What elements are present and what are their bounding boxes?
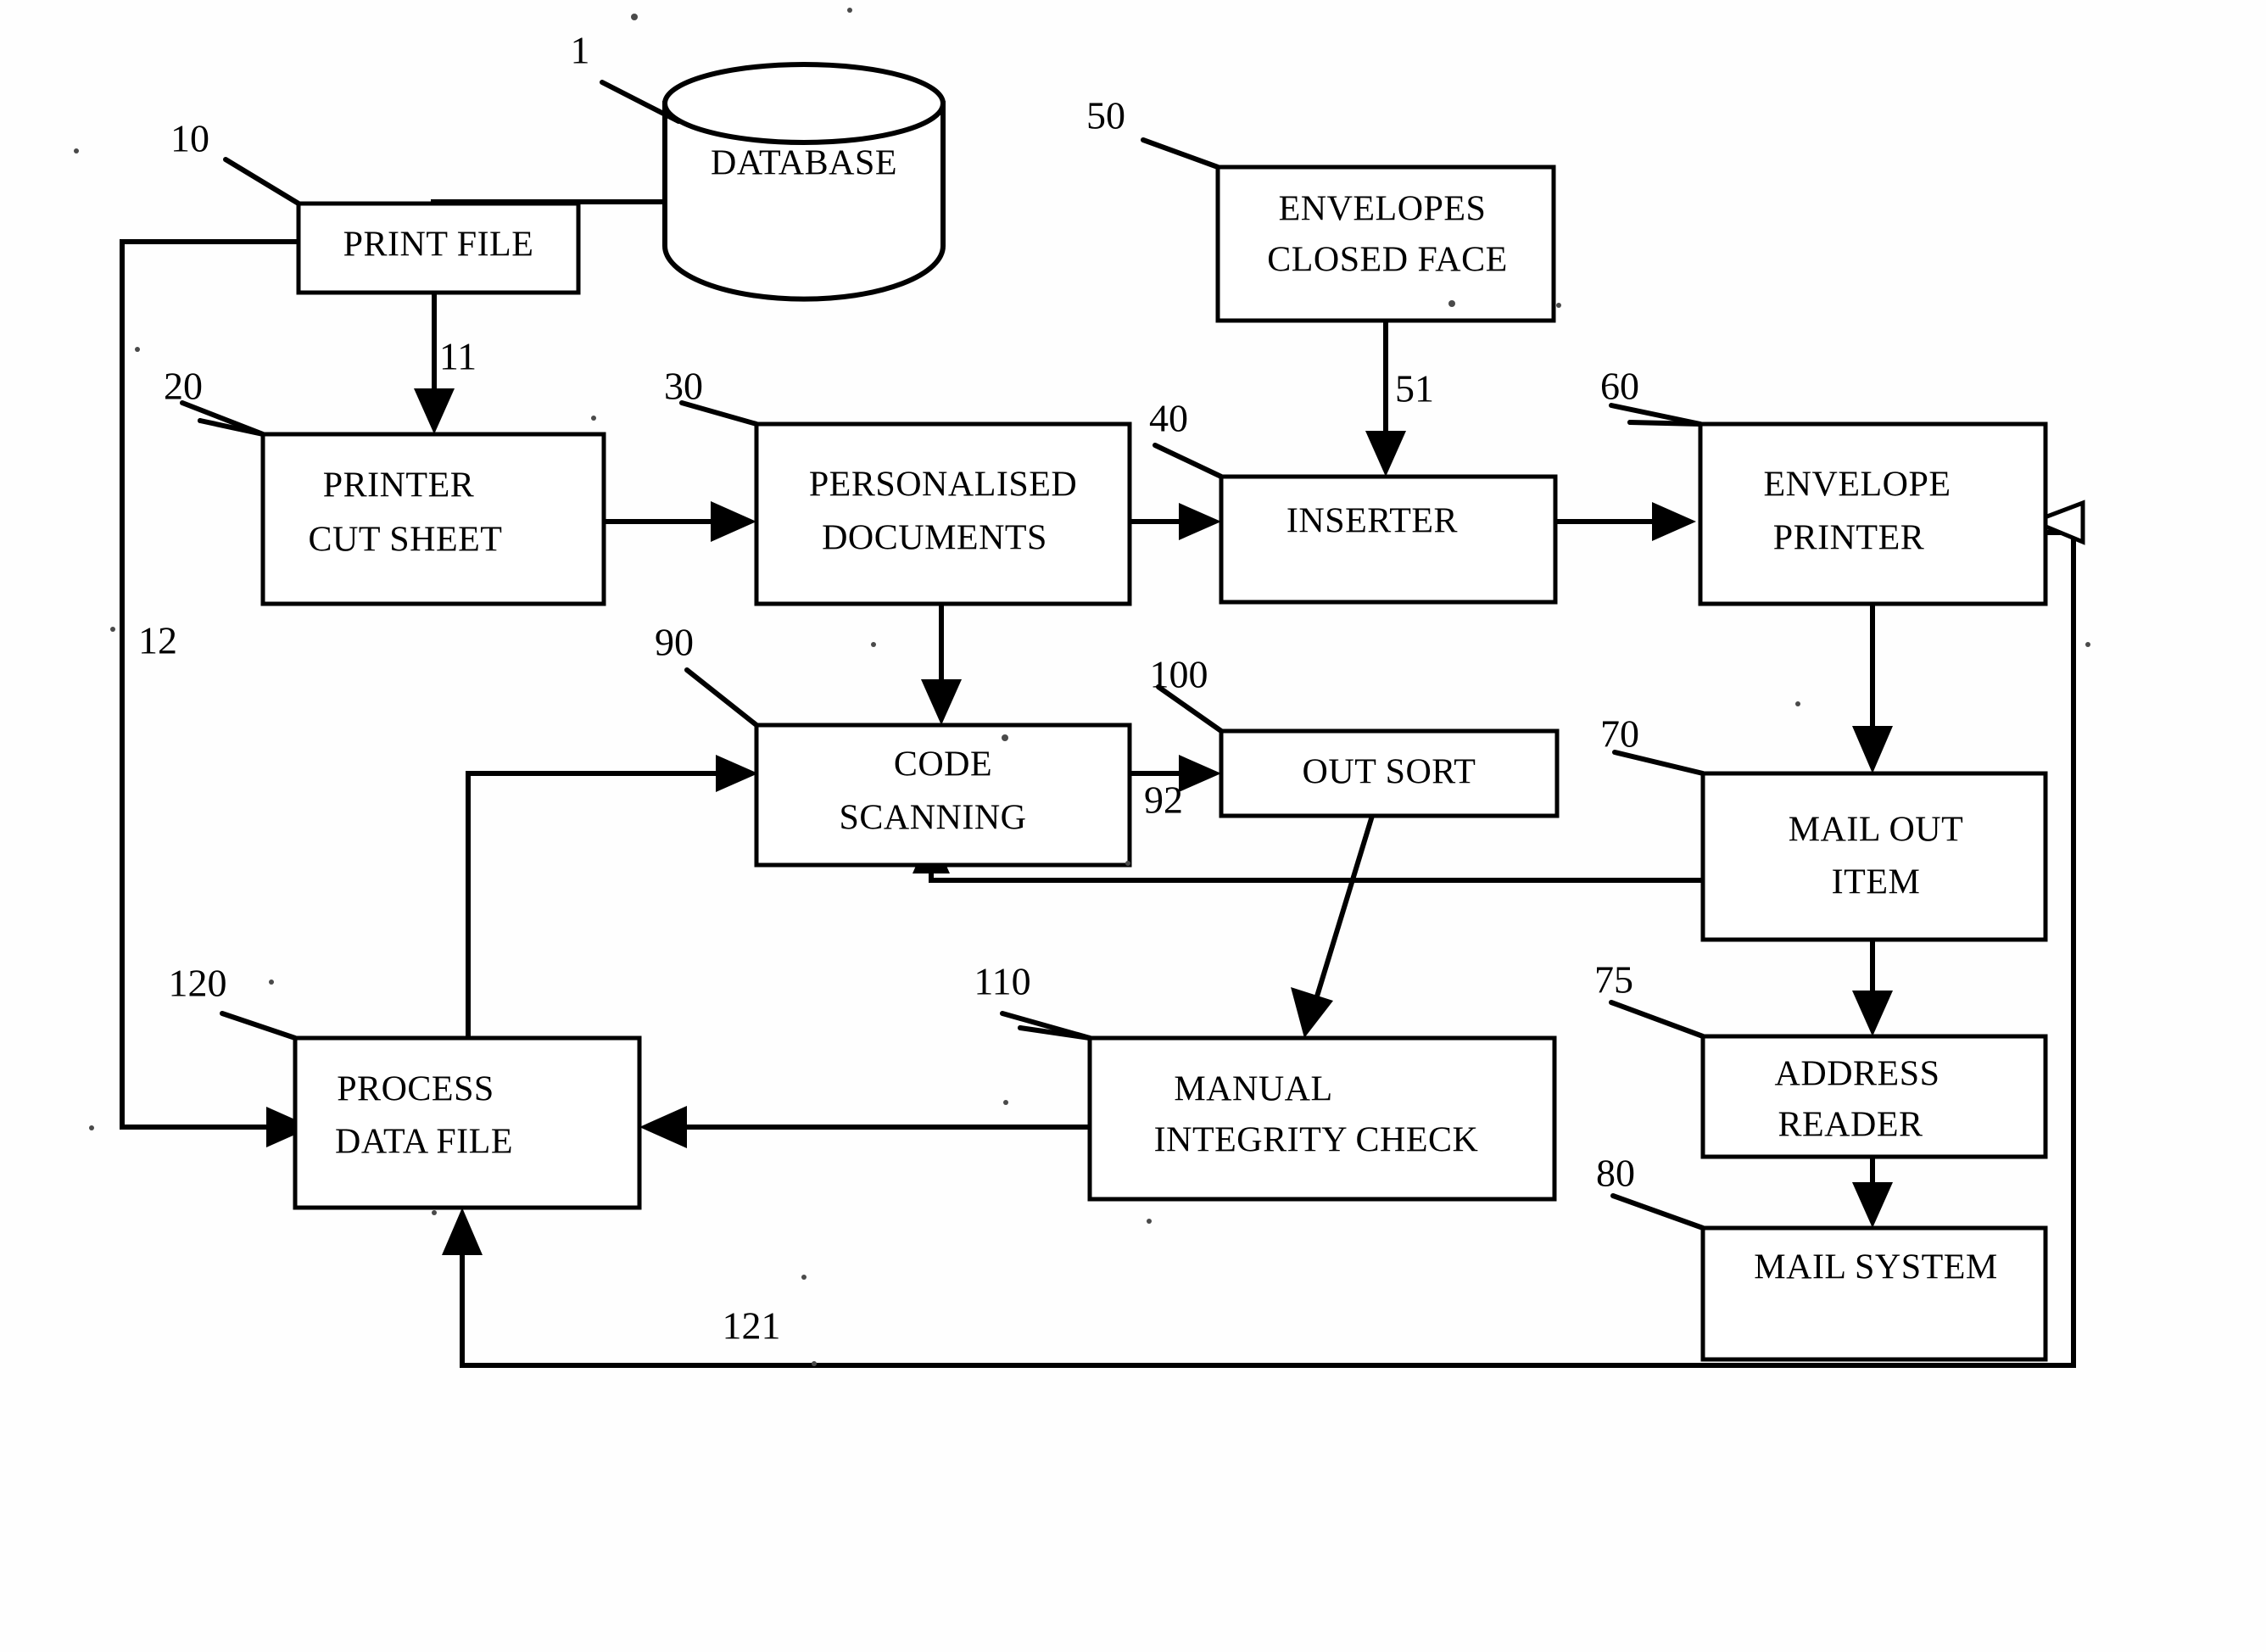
out-sort-label: OUT SORT: [1303, 753, 1476, 792]
node-mail-out-item[interactable]: MAIL OUT ITEM: [1700, 771, 2048, 942]
ref-numeral-40: 40: [1149, 397, 1188, 440]
printer-cut-sheet-label-line2: CUT SHEET: [309, 521, 503, 560]
node-code-scanning[interactable]: CODE SCANNING: [754, 723, 1132, 868]
envelopes-closed-face-label-line2: CLOSED FACE: [1267, 241, 1508, 280]
ref-numeral-50: 50: [1086, 94, 1125, 137]
edge-address-reader-to-mail-system: [1852, 1157, 1893, 1228]
ref-numeral-121: 121: [723, 1304, 781, 1348]
process-data-file-label-line2: DATA FILE: [335, 1123, 513, 1162]
flowchart-diagram: DATABASE PRINT FILE PRINTER CUT SHEET PE…: [74, 8, 2090, 1368]
ref-numeral-30: 30: [664, 365, 703, 408]
code-scanning-label-line2: SCANNING: [839, 799, 1026, 838]
ref-leader-50: 50: [1086, 94, 1220, 170]
personalised-documents-label-line1: PERSONALISED: [809, 466, 1077, 505]
mail-system-label: MAIL SYSTEM: [1754, 1248, 1997, 1287]
ref-numeral-100: 100: [1150, 653, 1208, 696]
ref-leader-40: 40: [1149, 397, 1224, 479]
ref-leader-100: 100: [1150, 653, 1224, 734]
ref-numeral-51: 51: [1395, 367, 1434, 410]
print-file-label: PRINT FILE: [343, 226, 534, 265]
ref-numeral-11: 11: [439, 335, 477, 378]
figure-canvas: DATABASE PRINT FILE PRINTER CUT SHEET PE…: [0, 0, 2266, 1652]
ref-numeral-75: 75: [1594, 958, 1633, 1002]
ref-leader-80: 80: [1596, 1152, 1705, 1231]
ref-leader-110: 110: [974, 960, 1092, 1041]
ref-numeral-90: 90: [655, 621, 694, 664]
ref-numeral-12: 12: [138, 619, 177, 662]
manual-integrity-check-label-line2: INTEGRITY CHECK: [1154, 1121, 1479, 1160]
edge-mail-out-to-address-reader: [1852, 940, 1893, 1036]
ref-numeral-80: 80: [1596, 1152, 1635, 1195]
envelope-printer-label-line1: ENVELOPE: [1764, 466, 1951, 505]
node-address-reader[interactable]: ADDRESS READER: [1700, 1034, 2048, 1159]
ref-numeral-20: 20: [164, 365, 203, 408]
database-label: DATABASE: [711, 144, 897, 183]
edge-envelope-printer-to-mail-out: [1852, 604, 1893, 773]
ref-leader-20: 20: [164, 365, 265, 437]
edge-out-sort-to-manual-check: [1291, 815, 1375, 1038]
ref-leader-1: 1: [571, 29, 681, 124]
ref-numeral-92: 92: [1144, 779, 1183, 822]
ref-numeral-10: 10: [170, 117, 209, 160]
edge-personalised-to-inserter: [1130, 503, 1221, 540]
address-reader-label-line2: READER: [1778, 1106, 1923, 1145]
edge-manual-check-to-process: [639, 1106, 1090, 1148]
ref-leader-90: 90: [655, 621, 759, 728]
node-manual-integrity-check[interactable]: MANUAL INTEGRITY CHECK: [1087, 1035, 1557, 1202]
node-print-file[interactable]: PRINT FILE: [296, 201, 581, 295]
edge-personalised-to-code-scanning: [921, 604, 962, 725]
ref-leader-70: 70: [1600, 712, 1705, 776]
node-personalised-documents[interactable]: PERSONALISED DOCUMENTS: [754, 421, 1132, 606]
ref-leader-120: 120: [169, 962, 298, 1041]
personalised-documents-label-line2: DOCUMENTS: [822, 519, 1047, 558]
ref-numeral-110: 110: [974, 960, 1030, 1003]
node-mail-system[interactable]: MAIL SYSTEM: [1700, 1225, 2048, 1362]
ref-leader-75: 75: [1594, 958, 1705, 1039]
edge-printer-to-personalised: [604, 501, 756, 542]
node-envelopes-closed-face[interactable]: ENVELOPES CLOSED FACE: [1215, 165, 1556, 323]
ref-numeral-1: 1: [571, 29, 590, 72]
node-out-sort[interactable]: OUT SORT: [1219, 728, 1560, 818]
process-data-file-label-line1: PROCESS: [337, 1070, 494, 1109]
ref-numeral-70: 70: [1600, 712, 1639, 756]
manual-integrity-check-label-line1: MANUAL: [1174, 1070, 1332, 1109]
ref-leader-10: 10: [170, 117, 301, 206]
mail-out-item-label-line1: MAIL OUT: [1789, 811, 1964, 850]
node-database[interactable]: DATABASE: [662, 62, 946, 302]
ref-leader-60: 60: [1600, 365, 1703, 427]
edge-inserter-to-envelope-printer: [1555, 502, 1696, 541]
address-reader-label-line1: ADDRESS: [1775, 1055, 1940, 1094]
envelope-printer-label-line2: PRINTER: [1773, 519, 1925, 558]
ref-numeral-120: 120: [169, 962, 227, 1005]
inserter-label: INSERTER: [1286, 502, 1458, 541]
edge-print-file-to-process: [120, 239, 312, 1147]
mail-out-item-label-line2: ITEM: [1832, 863, 1921, 902]
node-printer-cut-sheet[interactable]: PRINTER CUT SHEET: [260, 432, 606, 606]
node-envelope-printer[interactable]: ENVELOPE PRINTER: [1698, 421, 2048, 606]
printer-cut-sheet-label-line1: PRINTER: [323, 466, 475, 505]
node-process-data-file[interactable]: PROCESS DATA FILE: [293, 1035, 642, 1210]
envelopes-closed-face-label-line1: ENVELOPES: [1279, 190, 1487, 229]
code-scanning-label-line1: CODE: [894, 745, 992, 784]
node-inserter[interactable]: INSERTER: [1219, 474, 1558, 605]
ref-numeral-60: 60: [1600, 365, 1639, 408]
ref-leader-30: 30: [664, 365, 759, 427]
